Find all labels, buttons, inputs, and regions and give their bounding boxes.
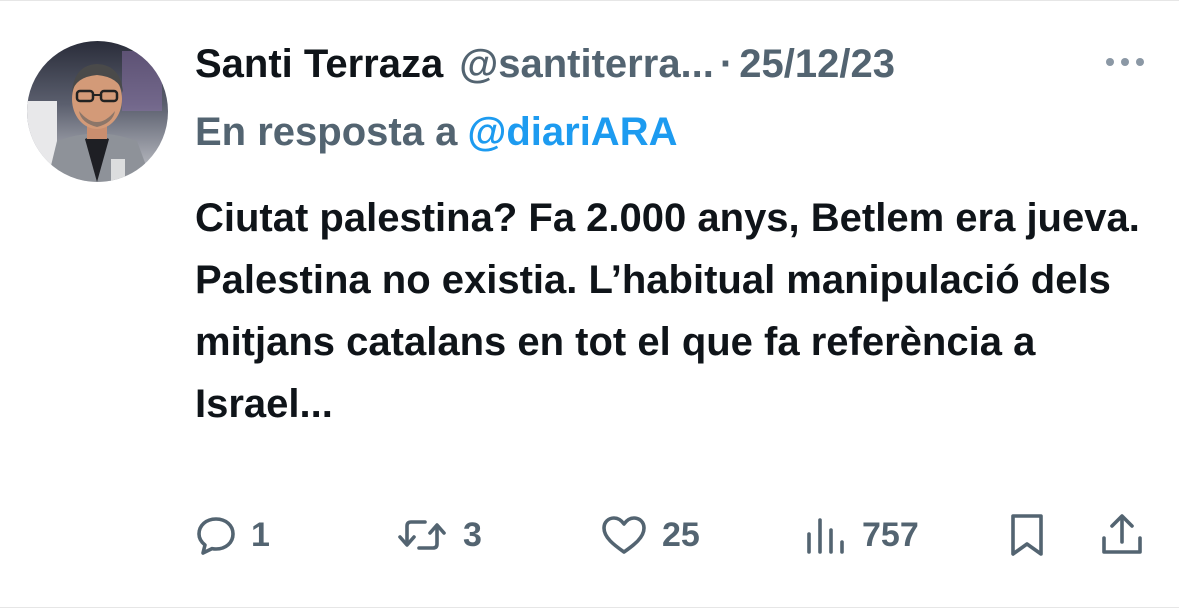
- author-name[interactable]: Santi Terraza: [195, 39, 443, 89]
- retweet-button[interactable]: 3: [395, 509, 482, 561]
- reply-prefix: En resposta a: [195, 110, 458, 154]
- tweet-date[interactable]: 25/12/23: [739, 39, 895, 89]
- reply-mention-link[interactable]: @diariARA: [467, 110, 677, 154]
- like-button[interactable]: 25: [600, 509, 700, 561]
- reply-count: 1: [251, 515, 270, 554]
- share-button[interactable]: [1099, 509, 1145, 561]
- reply-context: En resposta a @diariARA: [195, 107, 677, 157]
- heart-icon: [602, 516, 646, 554]
- more-options-button[interactable]: [1100, 47, 1150, 77]
- share-icon: [1102, 514, 1142, 554]
- tweet-card[interactable]: Santi Terraza @santiterra... · 25/12/23 …: [0, 0, 1179, 608]
- avatar-photo: [27, 41, 168, 182]
- reply-button[interactable]: 1: [195, 509, 270, 561]
- action-bar: 1 3 25 757: [0, 509, 1179, 561]
- bookmark-button[interactable]: [1006, 509, 1048, 561]
- views-bar-icon: [807, 518, 844, 554]
- views-button[interactable]: 757: [804, 509, 919, 561]
- tweet-text: Ciutat palestina? Fa 2.000 anys, Betlem …: [195, 196, 1140, 426]
- tweet-header: Santi Terraza @santiterra... · 25/12/23: [195, 39, 895, 89]
- views-count: 757: [862, 515, 919, 554]
- author-handle[interactable]: @santiterra...: [459, 39, 714, 89]
- separator-dot: ·: [719, 42, 734, 86]
- like-count: 25: [662, 515, 700, 554]
- more-horizontal-icon: [1106, 58, 1144, 66]
- retweet-count: 3: [463, 515, 482, 554]
- retweet-icon: [398, 520, 446, 550]
- avatar[interactable]: [27, 41, 168, 182]
- reply-bubble-icon: [197, 517, 235, 555]
- bookmark-icon: [1011, 514, 1043, 556]
